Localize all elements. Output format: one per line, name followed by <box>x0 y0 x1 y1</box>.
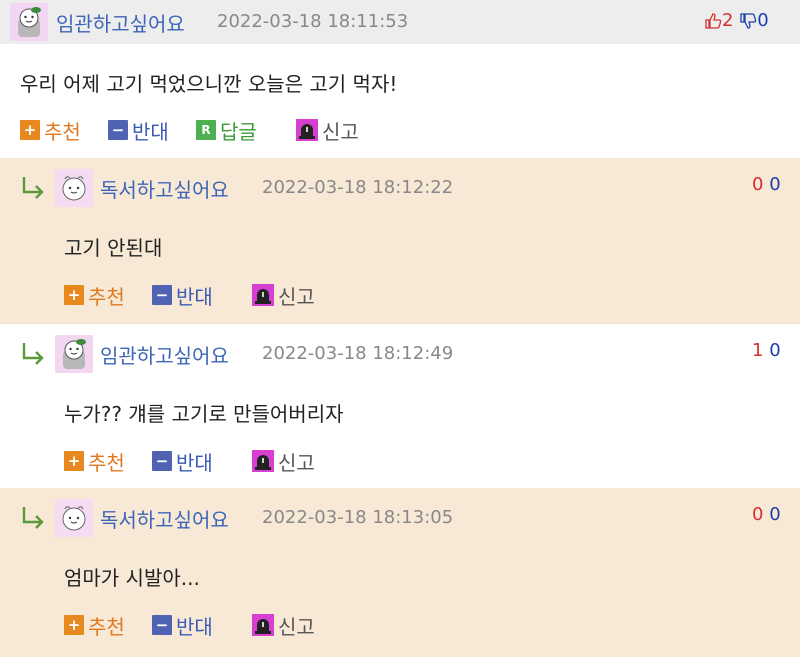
thumbs-up-icon[interactable] <box>704 12 722 30</box>
upvote-count[interactable]: 1 <box>752 340 763 361</box>
reply-label: 답글 <box>220 119 257 144</box>
reply-comment: 독서하고싶어요 2022-03-18 18:13:05 0 0 엄마가 시발아.… <box>0 488 800 657</box>
reply-arrow-icon <box>22 507 44 529</box>
plus-icon: + <box>64 285 84 305</box>
oppose-label: 반대 <box>176 614 213 639</box>
reply-icon: R <box>196 120 216 140</box>
thumbs-down-icon[interactable] <box>739 12 757 30</box>
siren-icon <box>252 450 274 472</box>
report-label: 신고 <box>322 119 359 144</box>
downvote-count[interactable]: 0 <box>769 174 780 195</box>
nickname[interactable]: 임관하고싶어요 <box>100 340 229 369</box>
upvote-count: 2 <box>722 10 734 31</box>
oppose-button[interactable]: − 반대 <box>108 117 169 144</box>
comment-content: 우리 어제 고기 먹었으니깐 오늘은 고기 먹자! <box>20 72 398 96</box>
plus-icon: + <box>20 120 40 140</box>
oppose-label: 반대 <box>176 284 213 309</box>
upvote-count[interactable]: 0 <box>752 174 763 195</box>
comment-actions: + 추천 − 반대 R 답글 신고 <box>20 117 420 144</box>
oppose-button[interactable]: − 반대 <box>152 282 213 309</box>
minus-icon: − <box>152 285 172 305</box>
report-button[interactable]: 신고 <box>252 282 315 309</box>
reply-button[interactable]: R 답글 <box>196 117 257 144</box>
plus-icon: + <box>64 451 84 471</box>
report-label: 신고 <box>278 614 315 639</box>
comment-actions: + 추천 − 반대 신고 <box>64 448 364 475</box>
downvote-count[interactable]: 0 <box>769 340 780 361</box>
timestamp: 2022-03-18 18:12:49 <box>262 343 454 364</box>
recommend-label: 추천 <box>44 119 81 144</box>
minus-icon: − <box>108 120 128 140</box>
vote-counts: 0 0 <box>752 504 781 525</box>
reply-arrow-icon <box>22 343 44 365</box>
vote-counts: 0 0 <box>752 174 781 195</box>
recommend-label: 추천 <box>88 450 125 475</box>
nickname[interactable]: 독서하고싶어요 <box>100 174 229 203</box>
siren-icon <box>252 614 274 636</box>
report-button[interactable]: 신고 <box>252 612 315 639</box>
downvote-count: 0 <box>757 10 769 31</box>
siren-icon <box>296 119 318 141</box>
report-label: 신고 <box>278 284 315 309</box>
siren-icon <box>252 284 274 306</box>
user-avatar[interactable] <box>10 3 48 41</box>
comment-content: 고기 안된대 <box>64 236 163 260</box>
upvote-count[interactable]: 0 <box>752 504 763 525</box>
plus-icon: + <box>64 615 84 635</box>
reply-comment: 임관하고싶어요 2022-03-18 18:12:49 1 0 누가?? 걔를 … <box>0 323 800 489</box>
report-button[interactable]: 신고 <box>252 448 315 475</box>
user-avatar[interactable] <box>55 335 93 373</box>
recommend-button[interactable]: + 추천 <box>20 117 81 144</box>
recommend-label: 추천 <box>88 284 125 309</box>
comment-content: 엄마가 시발아... <box>64 566 200 590</box>
downvote-count[interactable]: 0 <box>769 504 780 525</box>
oppose-button[interactable]: − 반대 <box>152 448 213 475</box>
recommend-button[interactable]: + 추천 <box>64 282 125 309</box>
timestamp: 2022-03-18 18:13:05 <box>262 507 454 528</box>
vote-counts: 2 0 <box>704 10 769 31</box>
recommend-label: 추천 <box>88 614 125 639</box>
recommend-button[interactable]: + 추천 <box>64 612 125 639</box>
nickname[interactable]: 임관하고싶어요 <box>56 8 185 37</box>
oppose-label: 반대 <box>176 450 213 475</box>
minus-icon: − <box>152 451 172 471</box>
reply-comment: 독서하고싶어요 2022-03-18 18:12:22 0 0 고기 안된대 +… <box>0 158 800 323</box>
main-comment: 임관하고싶어요 2022-03-18 18:11:53 2 0 우리 어제 고기… <box>0 0 800 158</box>
timestamp: 2022-03-18 18:11:53 <box>217 11 409 32</box>
oppose-button[interactable]: − 반대 <box>152 612 213 639</box>
avatar-image <box>55 335 93 373</box>
recommend-button[interactable]: + 추천 <box>64 448 125 475</box>
comment-content: 누가?? 걔를 고기로 만들어버리자 <box>64 402 344 426</box>
avatar-image <box>55 499 93 537</box>
user-avatar[interactable] <box>55 499 93 537</box>
minus-icon: − <box>152 615 172 635</box>
timestamp: 2022-03-18 18:12:22 <box>262 177 454 198</box>
reply-arrow-icon <box>22 177 44 199</box>
vote-counts: 1 0 <box>752 340 781 361</box>
avatar-image <box>55 169 93 207</box>
comment-actions: + 추천 − 반대 신고 <box>64 282 364 309</box>
comment-actions: + 추천 − 반대 신고 <box>64 612 364 639</box>
oppose-label: 반대 <box>132 119 169 144</box>
avatar-image <box>10 3 48 41</box>
report-button[interactable]: 신고 <box>296 117 359 144</box>
report-label: 신고 <box>278 450 315 475</box>
user-avatar[interactable] <box>55 169 93 207</box>
nickname[interactable]: 독서하고싶어요 <box>100 504 229 533</box>
